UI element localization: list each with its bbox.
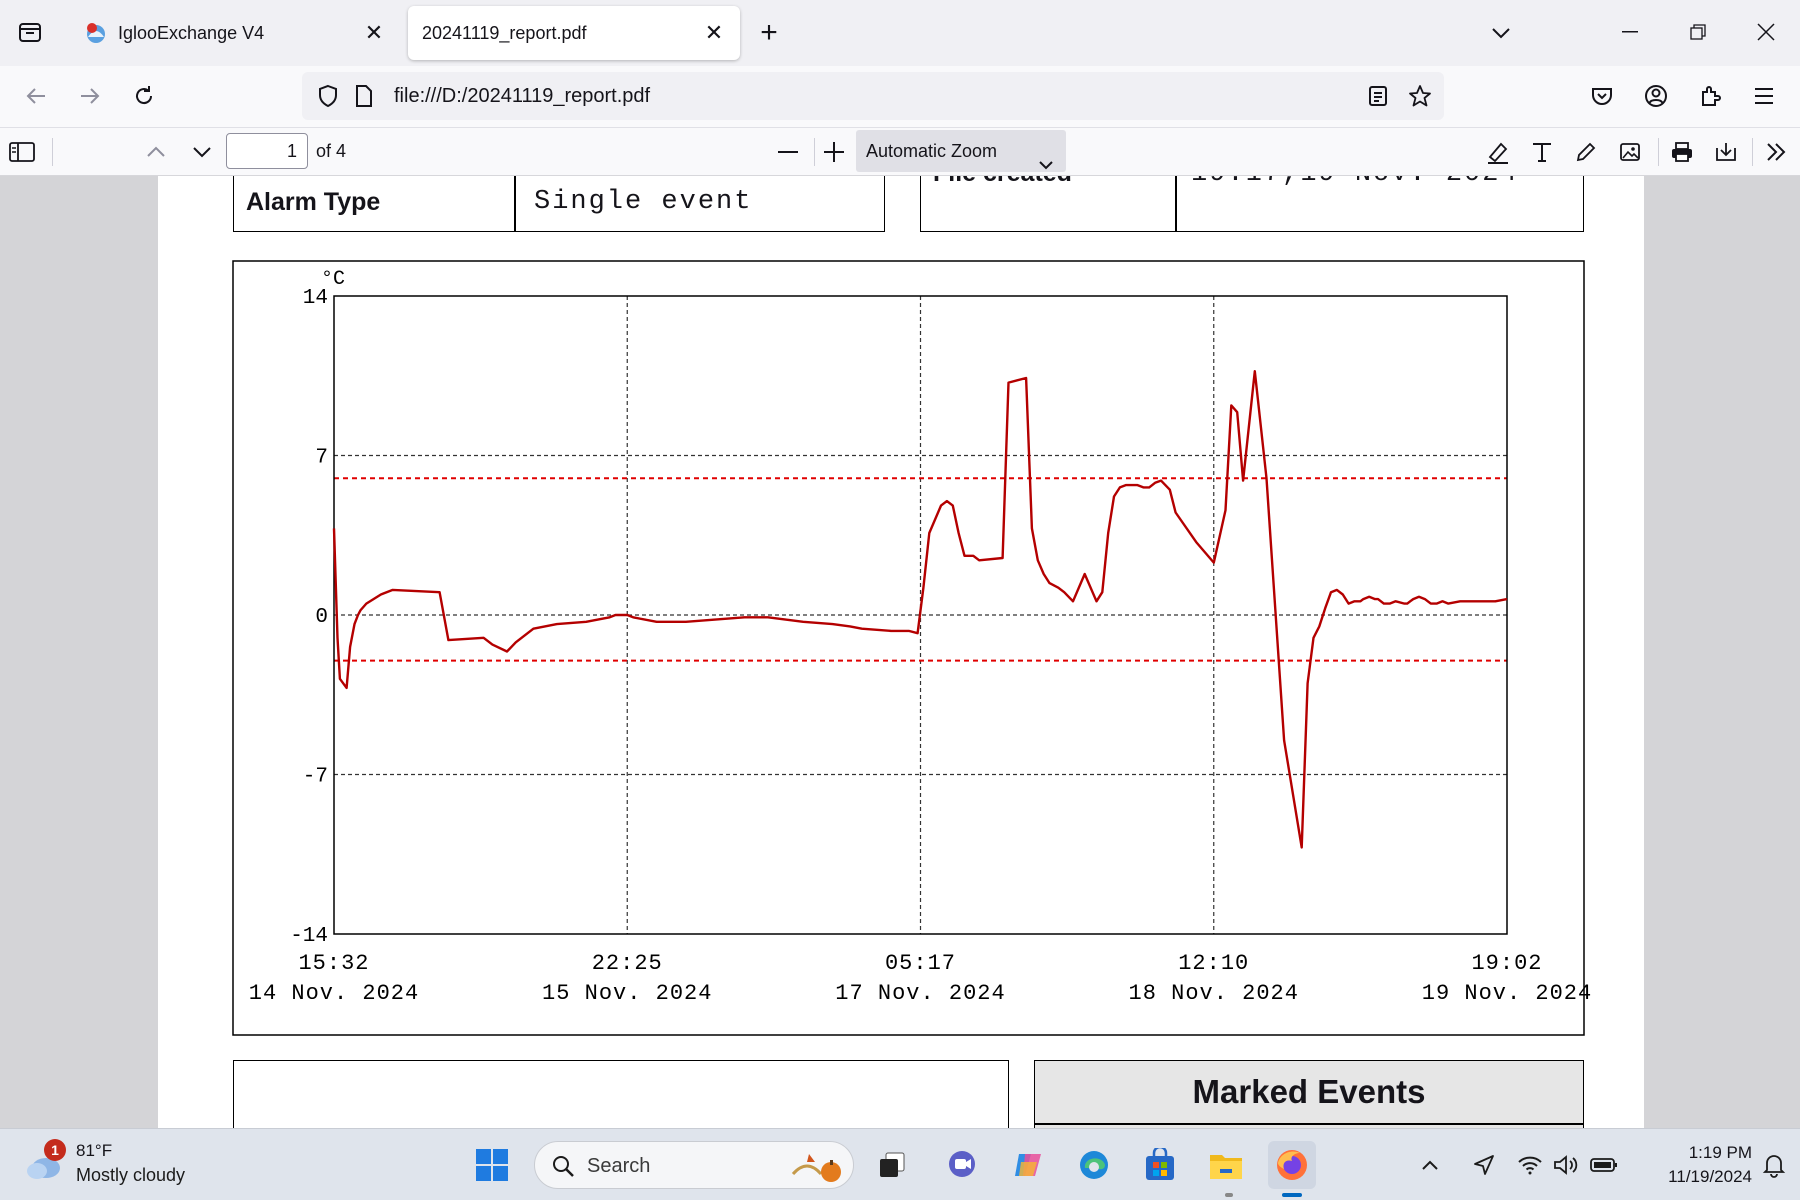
x-tick-time: 22:25 — [592, 951, 663, 976]
list-all-tabs-icon[interactable] — [1484, 16, 1518, 50]
forward-icon[interactable] — [70, 76, 110, 116]
account-icon[interactable] — [1636, 76, 1676, 116]
clock-time: 1:19 PM — [1688, 1143, 1752, 1162]
url-bar[interactable]: file:///D:/20241119_report.pdf — [302, 72, 1444, 120]
next-page-icon[interactable] — [184, 134, 220, 170]
task-view-icon[interactable] — [868, 1141, 916, 1189]
notifications-icon[interactable] — [1754, 1141, 1794, 1189]
pdf-viewer[interactable]: Alarm Type Single event File created 19:… — [0, 176, 1800, 1128]
shield-icon[interactable] — [312, 80, 344, 112]
tab-title: 20241119_report.pdf — [422, 22, 587, 43]
tab-title: IglooExchange V4 — [118, 22, 265, 43]
zoom-value: Automatic Zoom — [866, 141, 998, 161]
windows-start-icon[interactable] — [468, 1141, 516, 1189]
reload-icon[interactable] — [124, 76, 164, 116]
reader-view-icon[interactable] — [1362, 80, 1394, 112]
page-count: of 4 — [316, 141, 347, 161]
new-tab-icon[interactable]: + — [752, 16, 786, 50]
clock[interactable]: 1:19 PM 11/19/2024 — [1630, 1141, 1752, 1189]
search-label: Search — [587, 1155, 651, 1177]
edge-icon[interactable] — [1070, 1141, 1118, 1189]
clock-date: 11/19/2024 — [1668, 1167, 1752, 1186]
tab-list-icon[interactable] — [12, 14, 48, 50]
store-icon[interactable] — [1136, 1141, 1184, 1189]
battery-icon[interactable] — [1584, 1141, 1624, 1189]
x-tick-date: 18 Nov. 2024 — [1129, 981, 1299, 1006]
minimize-icon[interactable] — [1610, 12, 1650, 52]
tab-strip: IglooExchange V4 ✕ 20241119_report.pdf ✕… — [0, 0, 1800, 66]
y-tick-label: 0 — [315, 606, 328, 629]
y-tick-label: 7 — [315, 447, 328, 470]
x-tick-date: 15 Nov. 2024 — [542, 981, 712, 1006]
bookmark-star-icon[interactable] — [1404, 80, 1436, 112]
menu-icon[interactable] — [1744, 76, 1784, 116]
zoom-select[interactable]: Automatic Zoom — [856, 130, 1066, 172]
close-tab-icon[interactable]: ✕ — [698, 17, 730, 49]
restore-icon[interactable] — [1678, 12, 1718, 52]
tab-iglooexchange[interactable]: IglooExchange V4 ✕ — [72, 6, 400, 60]
notes-box — [233, 1060, 1009, 1128]
save-download-icon[interactable] — [1708, 134, 1744, 170]
x-tick-date: 19 Nov. 2024 — [1422, 981, 1592, 1006]
x-tick-time: 15:32 — [298, 951, 369, 976]
draw-pen-icon[interactable] — [1568, 134, 1604, 170]
x-tick-date: 17 Nov. 2024 — [835, 981, 1005, 1006]
taskbar: 1 81°F Mostly cloudy Search 1:19 PM 11/1… — [0, 1128, 1800, 1200]
add-image-icon[interactable] — [1612, 134, 1648, 170]
file-explorer-icon[interactable] — [1202, 1141, 1250, 1189]
marked-events-box: Marked Events — [1034, 1060, 1584, 1128]
y-tick-label: -14 — [290, 925, 328, 948]
zoom-out-icon[interactable] — [770, 134, 806, 170]
wifi-icon[interactable] — [1510, 1141, 1550, 1189]
y-tick-label: -7 — [303, 766, 328, 789]
location-icon[interactable] — [1464, 1141, 1504, 1189]
igloo-favicon-icon — [84, 21, 108, 45]
autumn-leaves-icon — [787, 1148, 847, 1189]
temperature-chart: 1470-7-14 15:3214 Nov. 202422:2515 Nov. … — [232, 260, 1592, 1036]
teams-chat-icon[interactable] — [938, 1141, 986, 1189]
page-number-input[interactable]: 1 — [226, 133, 308, 169]
tab-report-pdf[interactable]: 20241119_report.pdf ✕ — [408, 6, 740, 60]
marked-events-title: Marked Events — [1192, 1073, 1426, 1110]
pdf-toolbar: 1 of 4 Automatic Zoom — [0, 128, 1800, 176]
previous-page-icon[interactable] — [138, 134, 174, 170]
x-tick-time: 19:02 — [1471, 951, 1542, 976]
weather-desc[interactable]: Mostly cloudy — [76, 1165, 185, 1186]
copilot-icon[interactable] — [1004, 1141, 1052, 1189]
close-window-icon[interactable] — [1746, 12, 1786, 52]
sidebar-toggle-icon[interactable] — [4, 134, 40, 170]
x-tick-time: 05:17 — [885, 951, 956, 976]
pocket-icon[interactable] — [1582, 76, 1622, 116]
pdf-page: Alarm Type Single event File created 19:… — [158, 176, 1644, 1128]
file-icon — [348, 80, 380, 112]
url-text: file:///D:/20241119_report.pdf — [394, 85, 651, 107]
chart-frame — [232, 260, 1585, 1036]
extensions-icon[interactable] — [1690, 76, 1730, 116]
tools-overflow-icon[interactable] — [1758, 134, 1794, 170]
search-icon — [551, 1154, 575, 1183]
back-icon[interactable] — [16, 76, 56, 116]
show-hidden-icons-chevron-up-icon[interactable] — [1412, 1141, 1448, 1189]
weather-temp[interactable]: 81°F — [76, 1141, 112, 1161]
weather-badge: 1 — [44, 1139, 66, 1161]
x-tick-date: 14 Nov. 2024 — [249, 981, 419, 1006]
volume-icon[interactable] — [1546, 1141, 1586, 1189]
zoom-in-icon[interactable] — [816, 134, 852, 170]
print-icon[interactable] — [1664, 134, 1700, 170]
highlight-icon[interactable] — [1480, 134, 1516, 170]
navigation-bar: file:///D:/20241119_report.pdf — [0, 66, 1800, 128]
unit-label: °C — [321, 268, 345, 291]
firefox-icon[interactable] — [1268, 1141, 1316, 1189]
taskbar-search[interactable]: Search — [534, 1141, 854, 1189]
close-tab-icon[interactable]: ✕ — [358, 17, 390, 49]
text-tool-icon[interactable] — [1524, 134, 1560, 170]
x-tick-time: 12:10 — [1178, 951, 1249, 976]
